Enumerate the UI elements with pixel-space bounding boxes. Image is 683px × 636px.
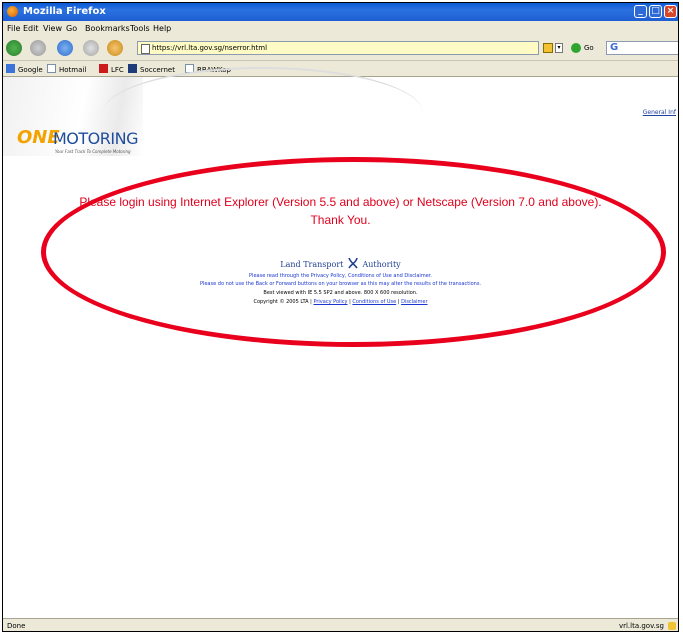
message-line-1: Please login using Internet Explorer (Ve… xyxy=(79,195,602,209)
page-icon xyxy=(47,64,56,73)
privacy-note: Please read through the Privacy Policy, … xyxy=(249,273,432,279)
separator: | xyxy=(397,299,400,305)
lta-name-left: Land Transport xyxy=(280,260,344,269)
menu-file[interactable]: File xyxy=(7,24,20,33)
privacy-policy-link[interactable]: Privacy Policy xyxy=(313,299,347,305)
google-icon xyxy=(6,64,15,73)
close-button[interactable]: × xyxy=(664,5,677,18)
minimize-button[interactable]: _ xyxy=(634,5,647,18)
menu-edit[interactable]: Edit xyxy=(23,24,39,33)
menu-go[interactable]: Go xyxy=(66,24,77,33)
url-bar[interactable]: https://vrl.lta.gov.sg/nserror.html xyxy=(137,41,539,55)
highlight-ellipse xyxy=(41,157,666,347)
soccernet-icon xyxy=(128,64,137,73)
general-info-link[interactable]: General Inf xyxy=(643,109,676,116)
title-bar: Mozilla Firefox _ □ × xyxy=(3,3,678,21)
lta-knot-icon xyxy=(348,257,358,269)
page-icon xyxy=(141,44,150,54)
lta-name-right: Authority xyxy=(362,260,401,269)
security-lock-icon[interactable] xyxy=(668,622,676,630)
logo-tagline: Your Fast Track To Complete Motoring xyxy=(55,149,131,154)
back-icon[interactable] xyxy=(6,40,22,56)
google-search-icon: G xyxy=(610,42,619,53)
window-title: Mozilla Firefox xyxy=(23,6,106,17)
bookmark-hotmail[interactable]: Hotmail xyxy=(47,64,86,74)
copyright-text: Copyright © 2005 LTA | xyxy=(253,299,312,305)
forward-icon[interactable] xyxy=(30,40,46,56)
conditions-of-use-link[interactable]: Conditions of Use xyxy=(352,299,396,305)
back-button-note: Please do not use the Back or Forward bu… xyxy=(199,281,482,287)
maximize-button[interactable]: □ xyxy=(649,5,662,18)
separator: | xyxy=(349,299,351,305)
lock-icon xyxy=(543,43,553,53)
copyright-line: Copyright © 2005 LTA | Privacy Policy | … xyxy=(3,299,678,305)
dropdown-icon[interactable]: ▾ xyxy=(555,43,563,53)
best-viewed-note: Best viewed with IE 5.5 SP2 and above. 8… xyxy=(263,290,418,296)
navigation-toolbar: https://vrl.lta.gov.sg/nserror.html ▾ Go… xyxy=(3,36,678,61)
status-domain: vrl.lta.gov.sg xyxy=(618,622,664,630)
disclaimer-link[interactable]: Disclaimer xyxy=(401,299,427,305)
lta-logo: Land Transport Authority xyxy=(3,257,678,269)
message-line-2: Thank You. xyxy=(310,213,371,227)
menu-view[interactable]: View xyxy=(43,24,62,33)
home-icon[interactable] xyxy=(107,40,123,56)
bookmark-lfc[interactable]: LFC xyxy=(99,64,124,74)
url-text: https://vrl.lta.gov.sg/nserror.html xyxy=(152,44,268,52)
search-input[interactable]: G xyxy=(606,41,678,55)
page-content: ONE MOTORING Your Fast Track To Complete… xyxy=(3,67,678,618)
bookmark-google[interactable]: Google xyxy=(6,64,43,74)
menu-tools[interactable]: Tools xyxy=(130,24,150,33)
status-bar: Done vrl.lta.gov.sg xyxy=(3,618,678,631)
go-icon[interactable] xyxy=(571,43,581,53)
menu-bar: File Edit View Go Bookmarks Tools Help xyxy=(3,21,678,36)
status-text: Done xyxy=(7,622,26,630)
go-label[interactable]: Go xyxy=(584,44,594,52)
logo-motoring: MOTORING xyxy=(53,129,138,148)
menu-bookmarks[interactable]: Bookmarks xyxy=(85,24,130,33)
browser-window: Mozilla Firefox _ □ × File Edit View Go … xyxy=(2,2,679,632)
stop-icon[interactable] xyxy=(83,40,99,56)
reload-icon[interactable] xyxy=(57,40,73,56)
firefox-icon xyxy=(7,6,18,17)
bookmark-soccernet[interactable]: Soccernet xyxy=(128,64,175,74)
header-swoosh xyxy=(103,67,423,159)
menu-help[interactable]: Help xyxy=(153,24,171,33)
lfc-icon xyxy=(99,64,108,73)
